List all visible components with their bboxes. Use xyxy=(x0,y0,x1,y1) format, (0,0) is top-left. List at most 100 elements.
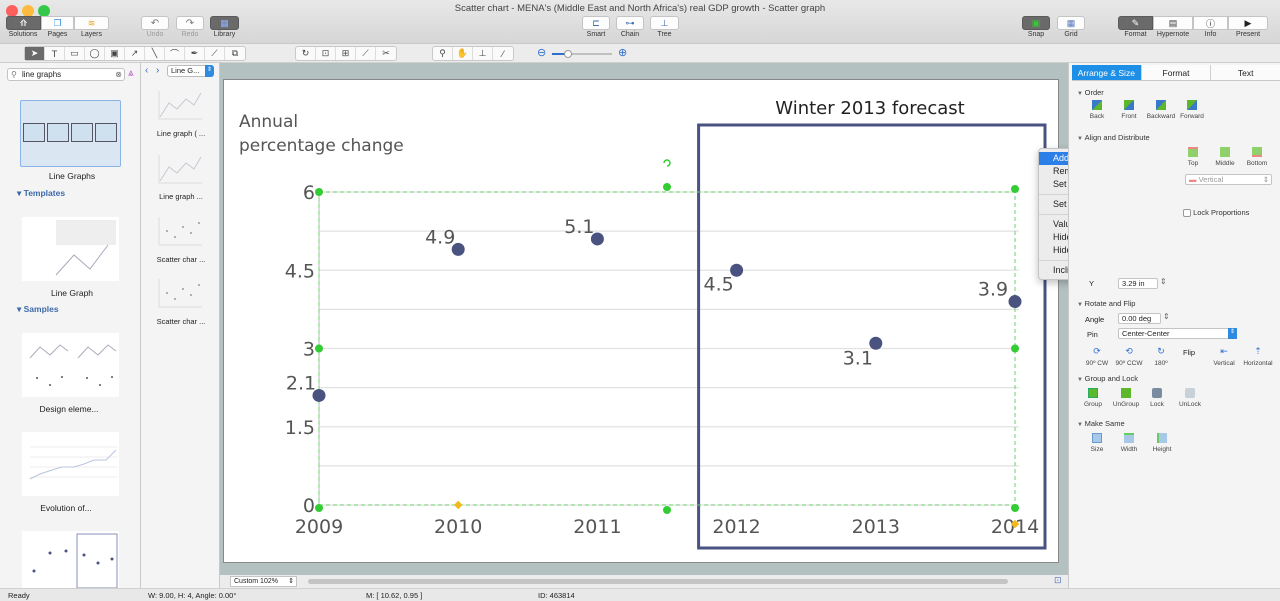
zoom-in-icon[interactable]: ⊕ xyxy=(618,46,627,59)
order-back-button[interactable]: Back xyxy=(1082,100,1112,120)
rotate-90ccw-button[interactable]: ⟲ 90º CCW xyxy=(1114,346,1144,367)
nav-back-icon[interactable]: ‹ xyxy=(145,65,148,76)
library-search-input[interactable]: ⚲ line graphs ⊗ xyxy=(7,68,125,81)
crop-tool-icon[interactable]: ⊡ xyxy=(316,47,336,60)
sample-evolution[interactable] xyxy=(22,432,119,496)
hypernote-button[interactable]: ▤ xyxy=(1153,16,1193,30)
stamp-tool-icon[interactable]: ⊥ xyxy=(473,47,493,60)
lock-proportions-checkbox[interactable]: Lock Proportions xyxy=(1183,208,1249,218)
flip-vertical-button[interactable]: ⇤ Vertical xyxy=(1209,346,1239,367)
rotate-180-button[interactable]: ↻ 180º xyxy=(1146,346,1176,367)
unlock-button[interactable]: UnLock xyxy=(1175,388,1205,408)
text-tool-icon[interactable]: T xyxy=(45,47,65,60)
solutions-button[interactable]: ⟰ xyxy=(6,16,41,30)
pan-tool-icon[interactable]: ✋ xyxy=(453,47,473,60)
nav-forward-icon[interactable]: › xyxy=(156,65,159,76)
line-tool-icon[interactable]: ╲ xyxy=(145,47,165,60)
pages-button[interactable]: ❐ xyxy=(41,16,74,30)
flip-horizontal-button[interactable]: ⇡ Horizontal xyxy=(1241,346,1275,367)
rotate-tool-icon[interactable]: ↻ xyxy=(296,47,316,60)
group-button[interactable]: Group xyxy=(1078,388,1108,408)
order-backward-button[interactable]: Backward xyxy=(1146,100,1176,120)
same-width-button[interactable]: Width xyxy=(1114,433,1144,453)
tree-connector-button[interactable]: ⊥ xyxy=(650,16,679,30)
horizontal-scrollbar[interactable] xyxy=(308,579,1008,584)
add-point-tool-icon[interactable]: ⟋ xyxy=(356,47,376,60)
edit-tools-group: ↻ ⊡ ⊞ ⟋ ✂ xyxy=(295,46,397,61)
library-dropdown[interactable]: Line G... ⇕ xyxy=(167,65,214,77)
angle-input[interactable]: 0.00 deg xyxy=(1118,313,1161,324)
clear-search-icon[interactable]: ⊗ xyxy=(115,69,122,80)
template-line-graph[interactable] xyxy=(22,217,119,281)
remove-point-tool-icon[interactable]: ✂ xyxy=(376,47,396,60)
same-height-button[interactable]: Height xyxy=(1147,433,1177,453)
rotate-section-header[interactable]: Rotate and Flip xyxy=(1077,299,1136,308)
zoom-slider-thumb[interactable] xyxy=(564,50,572,58)
library-line-graphs[interactable] xyxy=(20,100,121,167)
tab-format[interactable]: Format xyxy=(1141,65,1212,80)
zoom-tool-icon[interactable]: ⚲ xyxy=(433,47,453,60)
bezier-tool-icon[interactable]: ⟋ xyxy=(205,47,225,60)
smart-connector-button[interactable]: ⊏ xyxy=(582,16,610,30)
arc-tool-icon[interactable]: ⌒ xyxy=(165,47,185,60)
container-tool-icon[interactable]: ▣ xyxy=(105,47,125,60)
align-top-button[interactable]: Top xyxy=(1178,147,1208,167)
shape-tool-icon[interactable]: ⧉ xyxy=(225,47,245,60)
ungroup-button[interactable]: UnGroup xyxy=(1111,388,1141,408)
align-bottom-button[interactable]: Bottom xyxy=(1242,147,1272,167)
zoom-select[interactable]: Custom 102% ⇕ xyxy=(230,576,297,587)
tab-arrange-size[interactable]: Arrange & Size xyxy=(1072,65,1142,80)
pen-tool-icon[interactable]: ✒ xyxy=(185,47,205,60)
samples-section-header[interactable]: ▾ Samples xyxy=(17,304,59,315)
grid-button[interactable]: ▦ xyxy=(1057,16,1085,30)
angle-stepper-icon[interactable]: ⇕ xyxy=(1163,312,1170,321)
layers-button[interactable]: ≋ xyxy=(74,16,109,30)
same-size-button[interactable]: Size xyxy=(1082,433,1112,453)
order-section-header[interactable]: Order xyxy=(1077,88,1104,97)
resize-tool-icon[interactable]: ⊞ xyxy=(336,47,356,60)
pin-select[interactable]: Center-Center ⇕ xyxy=(1118,328,1237,339)
shape-scatter-chart-2[interactable] xyxy=(157,275,203,311)
rotate-90cw-button[interactable]: ⟳ 90º CW xyxy=(1082,346,1112,367)
canvas-area[interactable]: Annual percentage change Winter 2013 for… xyxy=(220,63,1068,575)
distribute-icon: ▬ xyxy=(1189,175,1197,184)
tab-text[interactable]: Text xyxy=(1211,65,1280,80)
snap-button[interactable]: ▣ xyxy=(1022,16,1050,30)
y-position-input[interactable]: 3.29 in xyxy=(1118,278,1158,289)
shape-line-graph-1[interactable] xyxy=(157,87,203,123)
ellipse-tool-icon[interactable]: ◯ xyxy=(85,47,105,60)
format-button[interactable]: ✎ xyxy=(1118,16,1153,30)
redo-button[interactable]: ↷ xyxy=(176,16,204,30)
info-button[interactable]: ⓘ xyxy=(1193,16,1228,30)
distribute-select[interactable]: ▬ Vertical ⇕ xyxy=(1185,174,1272,185)
library-button[interactable]: ▦ xyxy=(210,16,239,30)
order-forward-button[interactable]: Forward xyxy=(1177,100,1207,120)
arrow-tool-icon[interactable]: ↗ xyxy=(125,47,145,60)
chain-connector-button[interactable]: ⊶ xyxy=(616,16,644,30)
drawing-page[interactable]: Annual percentage change Winter 2013 for… xyxy=(223,79,1059,563)
sample-scatter-chart[interactable] xyxy=(22,531,119,588)
select-tool-icon[interactable]: ➤ xyxy=(25,47,45,60)
order-front-button[interactable]: Front xyxy=(1114,100,1144,120)
library-filter-icon[interactable]: ⩓ xyxy=(128,68,134,79)
zoom-slider[interactable] xyxy=(552,50,612,58)
zoom-out-icon[interactable]: ⊖ xyxy=(537,46,546,59)
shape-line-graph-2[interactable] xyxy=(157,151,203,187)
forecast-box[interactable] xyxy=(697,123,1047,550)
fit-page-icon[interactable]: ⊡ xyxy=(1054,575,1062,586)
align-top-icon xyxy=(1188,147,1198,157)
y-stepper-icon[interactable]: ⇕ xyxy=(1160,277,1167,286)
group-section-header[interactable]: Group and Lock xyxy=(1077,374,1138,383)
sample-design-elements[interactable] xyxy=(22,333,119,397)
present-button[interactable]: ▶ xyxy=(1228,16,1268,30)
align-middle-button[interactable]: Middle xyxy=(1210,147,1240,167)
make-same-section-header[interactable]: Make Same xyxy=(1077,419,1125,428)
undo-button[interactable]: ↶ xyxy=(141,16,169,30)
templates-section-header[interactable]: ▾ Templates xyxy=(17,188,65,199)
align-section-header[interactable]: Align and Distribute xyxy=(1077,133,1150,142)
shape-scatter-chart-1[interactable] xyxy=(157,213,203,249)
eyedropper-tool-icon[interactable]: ⁄ xyxy=(493,47,513,60)
rectangle-tool-icon[interactable]: ▭ xyxy=(65,47,85,60)
scatter-chart[interactable]: Annual percentage change Winter 2013 for… xyxy=(224,80,1060,564)
lock-button[interactable]: Lock xyxy=(1142,388,1172,408)
